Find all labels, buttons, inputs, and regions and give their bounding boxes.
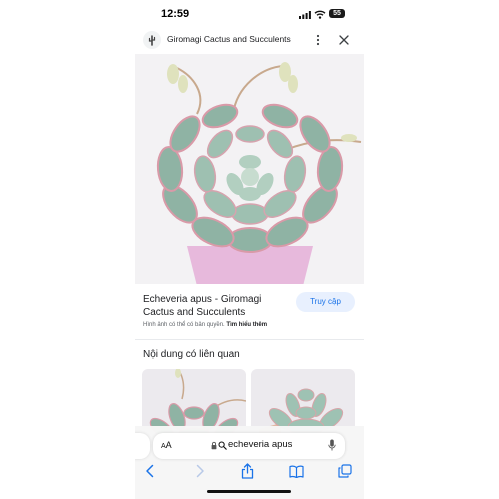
forward-icon[interactable]: [189, 460, 211, 482]
aa-large: A: [165, 440, 172, 450]
divider: [135, 339, 364, 340]
tabs-icon[interactable]: [334, 460, 356, 482]
related-heading: Nội dung có liên quan: [143, 349, 240, 360]
previous-tab[interactable]: [135, 433, 150, 459]
visit-button[interactable]: Truy cập: [296, 292, 355, 312]
address-bar[interactable]: AA echeveria apus: [153, 433, 345, 459]
share-icon[interactable]: [236, 460, 258, 482]
main-image[interactable]: [135, 54, 364, 284]
home-indicator[interactable]: [207, 490, 291, 493]
status-bar: 12:59 55: [135, 0, 364, 28]
cactus-icon[interactable]: [143, 31, 161, 49]
reader-settings-button[interactable]: AA: [161, 440, 172, 450]
wifi-icon: [314, 10, 326, 19]
image-title[interactable]: Echeveria apus - Giromagi Cactus and Suc…: [143, 293, 293, 319]
status-time: 12:59: [161, 8, 190, 20]
browser-toolbar: AA echeveria apus: [135, 426, 364, 499]
mic-icon[interactable]: [328, 439, 336, 452]
copyright-text: Hình ảnh có thể có bản quyền.: [143, 322, 225, 328]
address-text[interactable]: echeveria apus: [228, 439, 292, 450]
page-title[interactable]: Giromagi Cactus and Succulents: [167, 34, 291, 44]
bookmarks-icon[interactable]: [285, 460, 307, 482]
more-vertical-icon[interactable]: [313, 33, 323, 47]
lock-icon: [211, 441, 217, 450]
close-icon[interactable]: [338, 34, 350, 46]
copyright-notice: Hình ảnh có thể có bản quyền. Tìm hiểu t…: [143, 322, 267, 328]
phone-screen: 12:59 55 Giromagi Cactus and Succulents: [135, 0, 364, 499]
succulent-illustration: [156, 62, 362, 284]
battery-icon: 55: [329, 9, 345, 18]
signal-icon: [299, 11, 311, 19]
search-icon: [218, 441, 227, 450]
back-icon[interactable]: [139, 460, 161, 482]
learn-more-link[interactable]: Tìm hiểu thêm: [226, 322, 267, 328]
browser-nav-row: [135, 460, 364, 482]
page-header: Giromagi Cactus and Succulents: [135, 28, 364, 52]
